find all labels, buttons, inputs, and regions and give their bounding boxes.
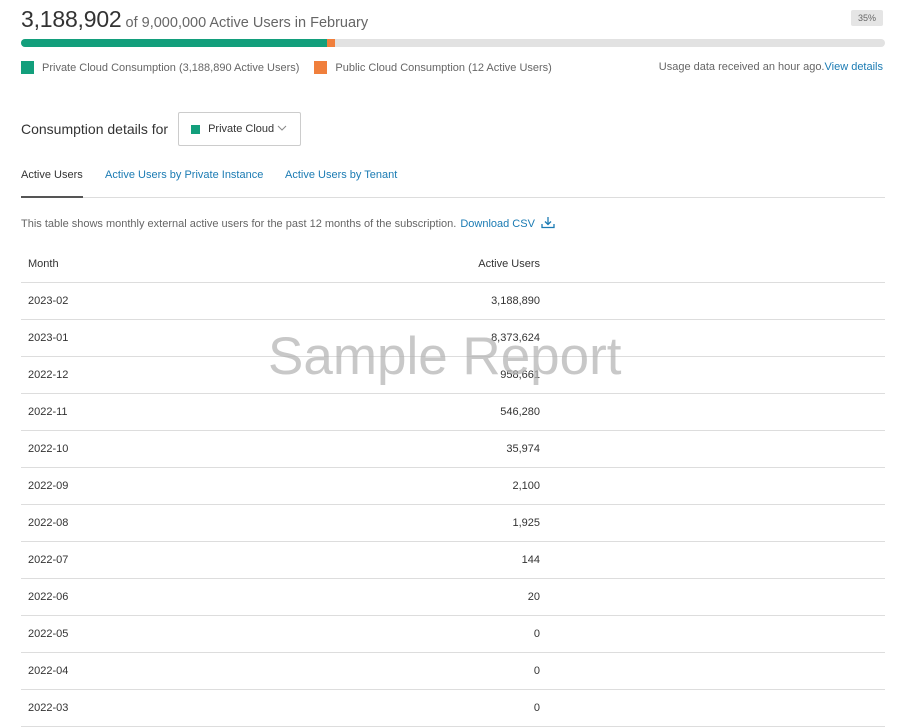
public-cloud-progress bbox=[327, 39, 336, 47]
table-description: This table shows monthly external active… bbox=[21, 216, 555, 232]
private-cloud-swatch-icon bbox=[191, 124, 201, 134]
active-users-cell: 958,661 bbox=[500, 369, 540, 381]
active-users-cell: 3,188,890 bbox=[491, 295, 540, 307]
active-users-count: 3,188,902 bbox=[21, 6, 122, 32]
month-cell: 2022-03 bbox=[28, 702, 69, 714]
percent-badge: 35% bbox=[850, 10, 883, 26]
active-users-cell: 8,373,624 bbox=[491, 332, 540, 344]
active-users-cell: 2,100 bbox=[512, 480, 540, 492]
month-cell: 2022-10 bbox=[28, 443, 69, 455]
table-row: 2022-07 144 bbox=[21, 542, 885, 579]
active-users-table: Month Active Users 2023-02 3,188,890 2023-… bbox=[21, 246, 885, 727]
month-cell: 2023-02 bbox=[28, 295, 69, 307]
public-swatch-icon bbox=[314, 61, 328, 74]
table-row: 2022-08 1,925 bbox=[21, 505, 885, 542]
table-row: 2022-06 20 bbox=[21, 579, 885, 616]
dropdown-selected: Private Cloud bbox=[208, 123, 275, 135]
tab-active-users-by-tenant[interactable]: Active Users by Tenant bbox=[285, 169, 397, 197]
active-users-cell: 1,925 bbox=[512, 517, 540, 529]
month-cell: 2022-04 bbox=[28, 665, 69, 677]
month-cell: 2022-06 bbox=[28, 591, 69, 603]
tab-bar: Active Users Active Users by Private Ins… bbox=[21, 169, 885, 198]
active-users-cell: 546,280 bbox=[500, 406, 540, 418]
consumption-progress-bar bbox=[21, 39, 885, 47]
usage-note: Usage data received an hour ago.View det… bbox=[659, 61, 883, 73]
month-cell: 2022-07 bbox=[28, 554, 69, 566]
month-cell: 2022-11 bbox=[28, 406, 68, 418]
table-row: 2022-09 2,100 bbox=[21, 468, 885, 505]
active-users-summary: of 9,000,000 Active Users in February bbox=[125, 15, 369, 31]
download-csv-link[interactable]: Download CSV bbox=[460, 218, 535, 230]
active-users-cell: 20 bbox=[527, 591, 540, 603]
table-row: 2022-04 0 bbox=[21, 653, 885, 690]
cloud-type-dropdown[interactable]: Private Cloud bbox=[178, 112, 302, 146]
consumption-details: Consumption details for Private Cloud bbox=[21, 112, 302, 146]
month-cell: 2022-12 bbox=[28, 369, 69, 381]
active-users-cell: 35,974 bbox=[506, 443, 540, 455]
chevron-down-icon bbox=[277, 123, 287, 135]
active-users-cell: 144 bbox=[521, 554, 540, 566]
page-header: 3,188,902 of 9,000,000 Active Users in F… bbox=[21, 6, 368, 33]
table-header-row: Month Active Users bbox=[21, 246, 885, 283]
usage-note-text: Usage data received an hour ago. bbox=[658, 61, 825, 73]
table-row: 2022-12 958,661 bbox=[21, 357, 885, 394]
legend-public: Public Cloud Consumption (12 Active User… bbox=[314, 61, 552, 74]
table-row: 2022-10 35,974 bbox=[21, 431, 885, 468]
table-row: 2022-03 0 bbox=[21, 690, 885, 727]
active-users-cell: 0 bbox=[533, 702, 540, 714]
table-row: 2022-11 546,280 bbox=[21, 394, 885, 431]
month-cell: 2022-05 bbox=[28, 628, 69, 640]
private-swatch-icon bbox=[21, 61, 34, 74]
description-text: This table shows monthly external active… bbox=[21, 218, 457, 230]
view-details-link[interactable]: View details bbox=[825, 61, 884, 73]
month-cell: 2022-08 bbox=[28, 517, 69, 529]
tab-active-users-by-private-instance[interactable]: Active Users by Private Instance bbox=[105, 169, 263, 197]
column-header-month: Month bbox=[28, 258, 59, 270]
table-row: 2022-05 0 bbox=[21, 616, 885, 653]
month-cell: 2022-09 bbox=[28, 480, 69, 492]
active-users-cell: 0 bbox=[533, 665, 540, 677]
legend-public-label: Public Cloud Consumption (12 Active User… bbox=[335, 61, 552, 74]
active-users-cell: 0 bbox=[533, 628, 540, 640]
consumption-legend: Private Cloud Consumption (3,188,890 Act… bbox=[21, 61, 567, 74]
table-row: 2023-02 3,188,890 bbox=[21, 283, 885, 320]
month-cell: 2023-01 bbox=[28, 332, 69, 344]
table-row: 2023-01 8,373,624 bbox=[21, 320, 885, 357]
tab-active-users[interactable]: Active Users bbox=[21, 169, 83, 198]
download-icon[interactable] bbox=[541, 216, 555, 232]
private-cloud-progress bbox=[21, 39, 328, 47]
legend-private-label: Private Cloud Consumption (3,188,890 Act… bbox=[42, 61, 300, 74]
column-header-active-users: Active Users bbox=[478, 258, 540, 270]
legend-private: Private Cloud Consumption (3,188,890 Act… bbox=[21, 61, 299, 74]
consumption-title: Consumption details for bbox=[21, 121, 169, 137]
